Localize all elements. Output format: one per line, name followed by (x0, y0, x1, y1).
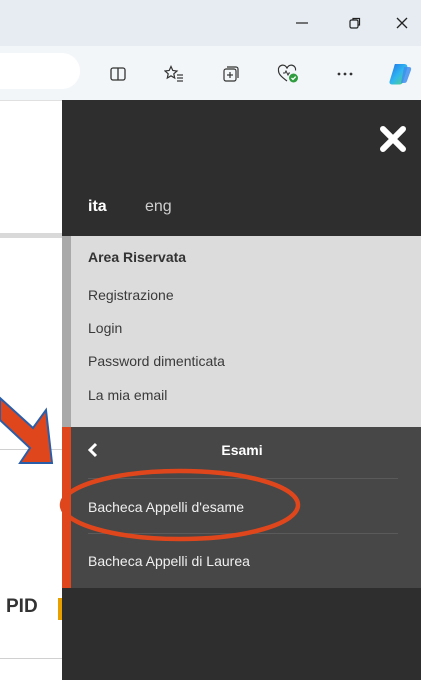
menu-item-bacheca-appelli-laurea[interactable]: Bacheca Appelli di Laurea (88, 553, 250, 569)
page-partial-heading: PID (6, 596, 38, 617)
annotation-arrow (0, 396, 54, 464)
menu-item-la-mia-email[interactable]: La mia email (88, 387, 167, 403)
favorites-button[interactable] (162, 62, 186, 86)
browser-titlebar (0, 0, 421, 46)
copilot-icon (389, 64, 412, 85)
copilot-button[interactable] (384, 62, 416, 86)
collections-button[interactable] (219, 62, 243, 86)
exams-title: Esami (221, 442, 263, 458)
restore-button[interactable] (341, 10, 369, 36)
minimize-icon (296, 22, 308, 24)
menu-item-login[interactable]: Login (88, 320, 122, 336)
menu-item-password-dimenticata[interactable]: Password dimenticata (88, 353, 225, 369)
divider (88, 533, 398, 534)
collections-icon (223, 66, 239, 82)
reserved-area-section: Area Riservata Registrazione Login Passw… (62, 236, 421, 427)
address-bar[interactable] (0, 53, 80, 89)
more-dots-icon (337, 72, 353, 76)
heart-check-icon (277, 64, 298, 83)
split-screen-button[interactable] (106, 62, 130, 86)
annotation-arrow (0, 392, 52, 490)
close-window-button[interactable] (388, 10, 416, 36)
favorites-star-icon (164, 65, 183, 82)
page-divider (0, 658, 62, 659)
more-options-button[interactable] (333, 62, 357, 86)
language-ita[interactable]: ita (88, 198, 107, 216)
close-icon (380, 126, 406, 152)
split-screen-icon (110, 67, 126, 81)
exams-active-indicator (62, 427, 71, 588)
page-top-line (0, 100, 62, 101)
side-menu: ita eng Area Riservata Registrazione Log… (62, 100, 421, 680)
language-eng[interactable]: eng (145, 198, 172, 216)
page-divider (0, 233, 62, 238)
menu-close-button[interactable] (376, 122, 410, 156)
reserved-area-indicator (62, 236, 71, 427)
minimize-button[interactable] (288, 10, 316, 36)
page-divider (0, 449, 62, 450)
reserved-area-title: Area Riservata (88, 249, 187, 265)
restore-icon (349, 17, 361, 29)
close-icon (396, 17, 408, 29)
exams-section: Esami Bacheca Appelli d'esame Bacheca Ap… (62, 427, 421, 588)
browser-essentials-button[interactable] (276, 62, 300, 86)
menu-item-registrazione[interactable]: Registrazione (88, 287, 174, 303)
menu-item-bacheca-appelli-esame[interactable]: Bacheca Appelli d'esame (88, 499, 244, 515)
divider (88, 478, 398, 479)
